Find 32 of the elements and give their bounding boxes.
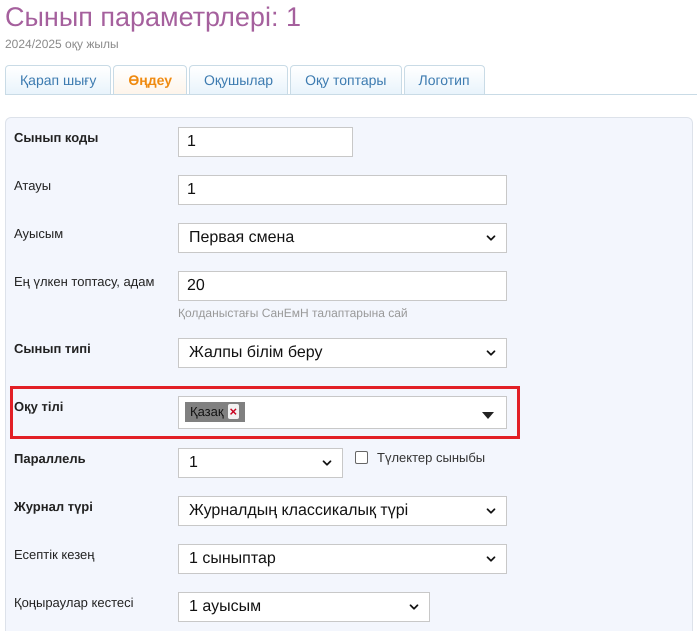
dropdown-select[interactable]: 1 bbox=[178, 448, 343, 478]
field-hint: Қолданыстағы СанЕмН талаптарына сай bbox=[178, 306, 409, 320]
remove-tag-button[interactable]: × bbox=[228, 404, 240, 419]
field-label: Журнал түрі bbox=[14, 498, 94, 514]
tab[interactable]: Қарап шығу bbox=[5, 65, 112, 94]
field-label: Ең үлкен топтасу, адам bbox=[14, 273, 156, 289]
field-label: Қоңыраулар кестесі bbox=[14, 594, 135, 610]
tab[interactable]: Оқушылар bbox=[189, 65, 288, 94]
tab[interactable]: Оқу топтары bbox=[290, 65, 402, 94]
multi-select[interactable]: Қазақ × bbox=[178, 396, 507, 429]
checkbox-label[interactable]: Түлектер сыныбы bbox=[355, 450, 486, 465]
page-title: Сынып параметрлері: 1 bbox=[5, 1, 302, 32]
field-label: Атауы bbox=[14, 177, 52, 193]
tag: Қазақ × bbox=[185, 402, 246, 422]
dropdown-select[interactable]: Журналдың классикалық түрі bbox=[178, 496, 507, 526]
dropdown-caret-icon bbox=[482, 412, 494, 419]
page-subtitle: 2024/2025 оқу жылы bbox=[5, 37, 120, 51]
dropdown-select[interactable]: Первая смена bbox=[178, 223, 507, 253]
dropdown-select[interactable]: Жалпы білім беру bbox=[178, 338, 507, 368]
checkbox[interactable] bbox=[355, 451, 368, 464]
text-field[interactable]: 20 bbox=[178, 271, 507, 301]
text-field[interactable]: 1 bbox=[178, 175, 507, 205]
dropdown-select[interactable]: 1 ауысым bbox=[178, 592, 430, 622]
field-label: Сынып типі bbox=[14, 340, 92, 356]
field-label: Ауысым bbox=[14, 225, 64, 241]
field-label: Сынып коды bbox=[14, 129, 100, 145]
field-label: Оқу тілі bbox=[14, 398, 64, 414]
tab[interactable]: Логотип bbox=[404, 65, 485, 94]
field-label: Есептік кезең bbox=[14, 546, 96, 562]
field-label: Параллель bbox=[14, 450, 87, 466]
text-field[interactable]: 1 bbox=[178, 127, 353, 157]
dropdown-select[interactable]: 1 сыныптар bbox=[178, 544, 507, 574]
